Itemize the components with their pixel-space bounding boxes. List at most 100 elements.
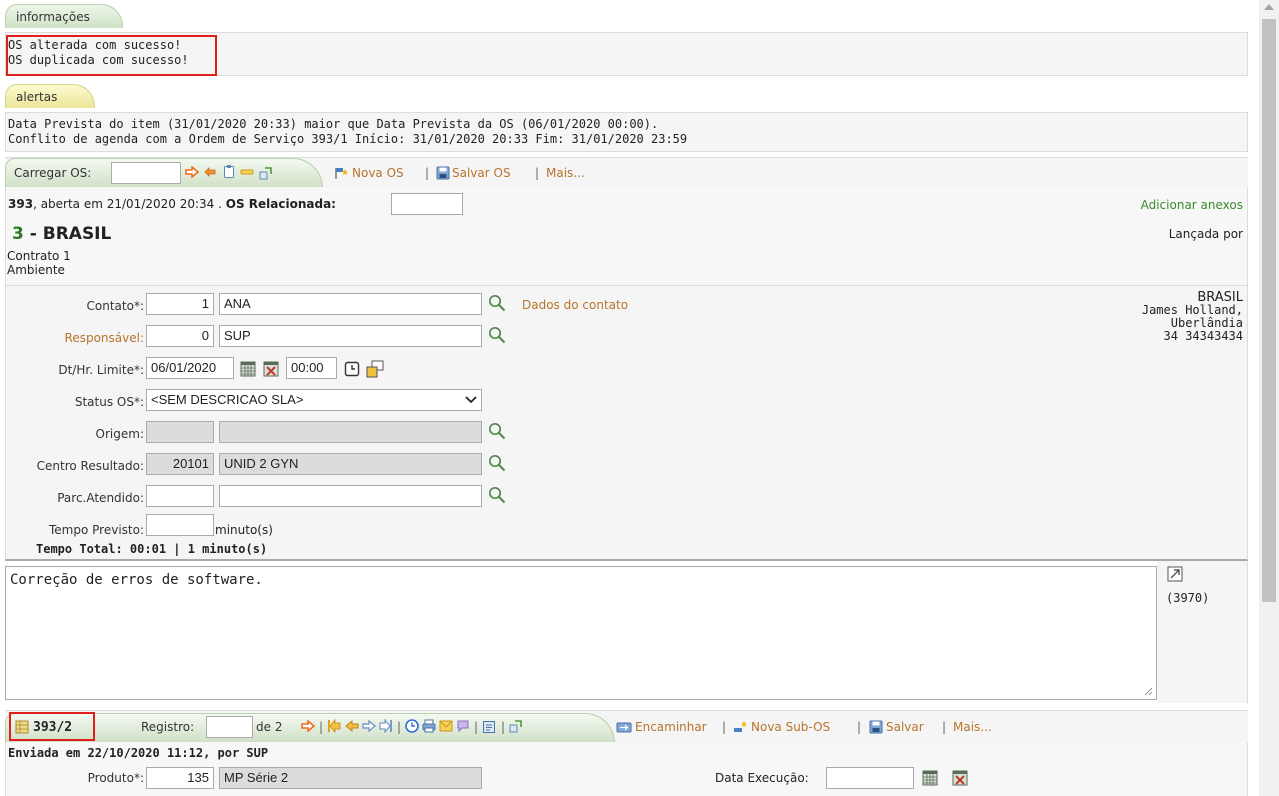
main-content: informações OS alterada com sucesso! OS … <box>0 0 1259 796</box>
exec-date-input[interactable] <box>826 767 914 789</box>
save-disk-icon <box>436 166 450 180</box>
reload-arrows-icon[interactable] <box>203 165 217 179</box>
produto-label: Produto*: <box>87 771 144 785</box>
email-icon[interactable] <box>439 720 453 732</box>
registro-input[interactable] <box>206 716 253 738</box>
tab-informacoes[interactable]: informações <box>5 4 123 28</box>
tab-alertas[interactable]: alertas <box>5 84 95 108</box>
contact-card: BRASIL James Holland, Uberlândia 34 3434… <box>1142 291 1243 343</box>
origem-label: Origem: <box>95 427 144 441</box>
client-name: - BRASIL <box>23 224 112 244</box>
toolbar-separator: | <box>722 720 727 734</box>
description-textarea[interactable]: Correção de erros de software. <box>5 566 1157 700</box>
os-form: Contato*: 1 ANA Dados do contato Respons… <box>5 285 1248 561</box>
os-toolbar: Carregar OS: Nova OS | Salvar OS | Mais.… <box>5 157 1248 188</box>
scroll-up-arrow-icon[interactable] <box>1264 4 1274 10</box>
status-selected-value: <SEM DESCRICAO SLA> <box>151 392 304 407</box>
tempo-input[interactable] <box>146 514 214 536</box>
load-os-label: Carregar OS: <box>14 166 92 180</box>
sub-os-toolbar: 393/2 Registro: de 2 | | | | Encaminhar … <box>5 710 1248 743</box>
contract-label: Contrato 1 <box>7 249 71 263</box>
new-sub-os-icon <box>734 721 747 732</box>
registro-total: de 2 <box>256 720 283 734</box>
history-clock-icon[interactable] <box>405 719 419 733</box>
export-icon[interactable] <box>509 719 523 733</box>
new-sub-os-link[interactable]: Nova Sub-OS <box>751 720 830 734</box>
description-side: (3970) <box>1157 561 1248 703</box>
more-link[interactable]: Mais... <box>953 720 992 734</box>
forward-link[interactable]: Encaminhar <box>635 720 707 734</box>
search-icon[interactable] <box>488 294 506 312</box>
search-icon[interactable] <box>488 326 506 344</box>
first-record-icon[interactable] <box>327 719 341 733</box>
client-title: 3 - BRASIL <box>12 224 111 244</box>
save-link[interactable]: Salvar <box>886 720 924 734</box>
sub-os-body: Enviada em 22/10/2020 11:12, por SUP Pro… <box>5 742 1248 796</box>
arrow-next-icon[interactable] <box>362 720 376 732</box>
minus-icon[interactable] <box>240 167 254 177</box>
print-icon[interactable] <box>422 719 436 733</box>
parc-name-input[interactable] <box>219 485 482 507</box>
calendar-clear-icon[interactable] <box>952 770 968 786</box>
chevron-down-icon <box>465 396 477 404</box>
resize-handle-icon[interactable] <box>1143 686 1153 696</box>
arrow-right-icon[interactable] <box>301 720 315 732</box>
contato-code-input[interactable]: 1 <box>146 293 214 315</box>
sub-os-sent-text: Enviada em 22/10/2020 11:12, por SUP <box>8 746 269 760</box>
description-text: Correção de erros de software. <box>10 572 263 588</box>
info-highlight-box <box>6 35 217 76</box>
new-os-flag-icon <box>335 168 348 179</box>
limite-time-input[interactable]: 00:00 <box>286 357 337 379</box>
os-header: 393, aberta em 21/01/2020 20:34 . OS Rel… <box>5 187 1248 285</box>
export-icon[interactable] <box>259 166 273 180</box>
parc-code-input[interactable] <box>146 485 214 507</box>
comment-icon[interactable] <box>456 719 470 733</box>
environment-label: Ambiente <box>7 263 65 277</box>
registro-label: Registro: <box>141 720 195 734</box>
clipboard-list-icon[interactable] <box>482 719 496 733</box>
clock-icon[interactable] <box>344 361 360 377</box>
calendar-clear-icon[interactable] <box>263 361 279 377</box>
limite-label: Dt/Hr. Limite*: <box>58 363 144 377</box>
clipboard-icon[interactable] <box>223 164 235 179</box>
load-os-input[interactable] <box>111 162 181 184</box>
status-select[interactable]: <SEM DESCRICAO SLA> <box>146 389 482 411</box>
launched-by-label: Lançada por <box>1168 227 1243 241</box>
contact-details-link[interactable]: Dados do contato <box>522 298 628 312</box>
tempo-total: Tempo Total: 00:01 | 1 minuto(s) <box>36 542 268 556</box>
responsavel-name-input[interactable]: SUP <box>219 325 482 347</box>
responsavel-code-input[interactable]: 0 <box>146 325 214 347</box>
save-os-link[interactable]: Salvar OS <box>452 166 511 180</box>
contato-name-input[interactable]: ANA <box>219 293 482 315</box>
char-count: (3970) <box>1166 591 1210 605</box>
add-attachments-link[interactable]: Adicionar anexos <box>1141 198 1243 212</box>
parc-label: Parc.Atendido: <box>57 491 144 505</box>
related-os-input[interactable] <box>391 193 463 215</box>
vertical-scrollbar[interactable] <box>1259 0 1279 796</box>
origem-name-input <box>219 421 482 443</box>
scrollbar-thumb[interactable] <box>1262 19 1276 602</box>
tempo-label: Tempo Previsto: <box>49 523 144 537</box>
expand-icon[interactable] <box>1167 566 1183 582</box>
calendar-icon[interactable] <box>922 770 938 786</box>
limite-date-input[interactable]: 06/01/2020 <box>146 357 234 379</box>
calendar-icon[interactable] <box>240 361 256 377</box>
search-icon[interactable] <box>488 422 506 440</box>
os-summary: 393, aberta em 21/01/2020 20:34 . OS Rel… <box>8 197 336 211</box>
tempo-unit: minuto(s) <box>215 523 273 537</box>
alert-message: Conflito de agenda com a Ordem de Serviç… <box>8 132 688 146</box>
last-record-icon[interactable] <box>379 719 393 733</box>
new-os-link[interactable]: Nova OS <box>352 166 404 180</box>
arrow-right-icon[interactable] <box>185 166 199 178</box>
search-icon[interactable] <box>488 486 506 504</box>
toolbar-separator: | <box>857 720 862 734</box>
produto-code-input[interactable]: 135 <box>146 767 214 789</box>
search-icon[interactable] <box>488 454 506 472</box>
more-link[interactable]: Mais... <box>546 166 585 180</box>
arrow-left-icon[interactable] <box>345 720 359 732</box>
status-label: Status OS*: <box>74 395 144 409</box>
copy-windows-icon[interactable] <box>366 360 384 378</box>
toolbar-separator: | <box>501 720 506 734</box>
alert-message: Data Prevista do item (31/01/2020 20:33)… <box>8 117 659 131</box>
alerts-panel: Data Prevista do item (31/01/2020 20:33)… <box>5 112 1248 152</box>
